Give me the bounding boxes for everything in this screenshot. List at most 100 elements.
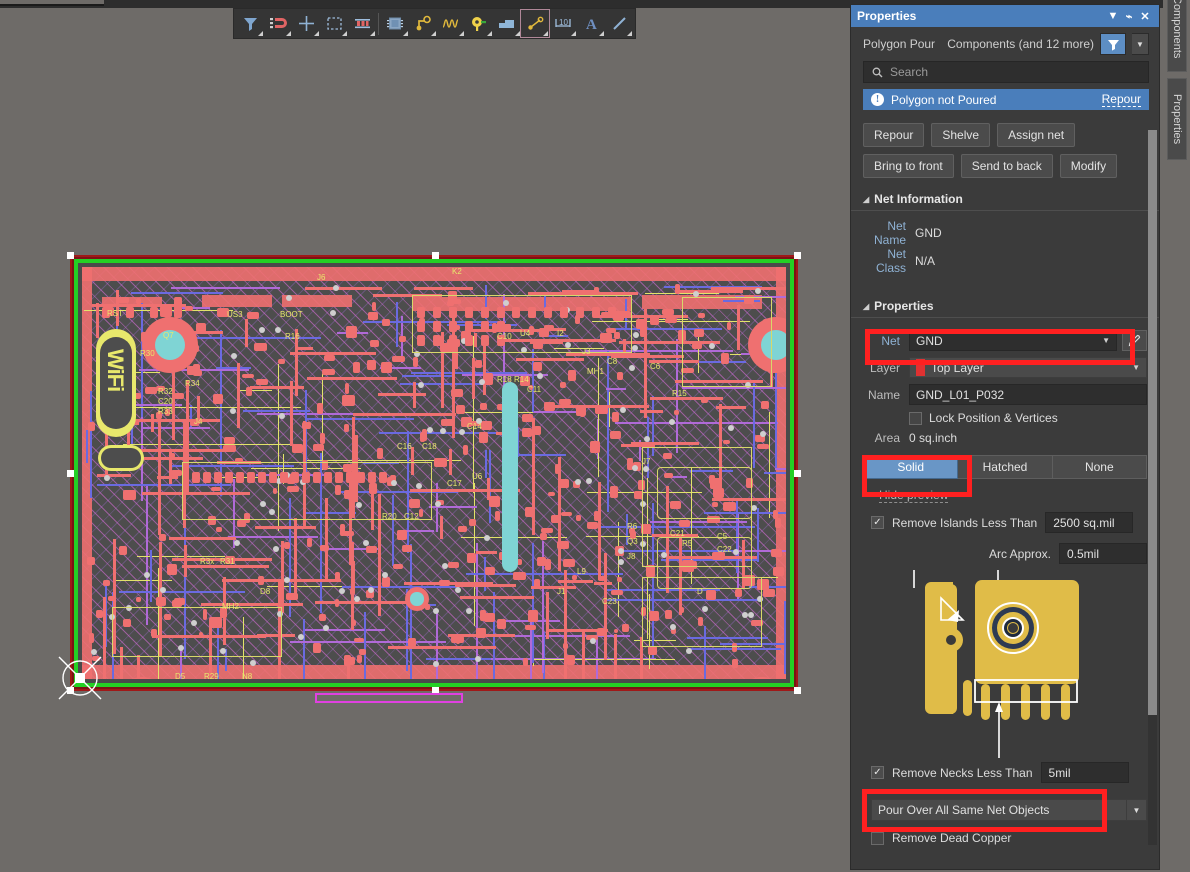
collapse-triangle-icon: ◢ (863, 194, 870, 204)
via-pad-icon[interactable] (465, 10, 493, 37)
fill-mode-solid[interactable]: Solid (863, 455, 959, 479)
marquee-select-icon[interactable] (320, 10, 348, 37)
object-scope-label[interactable]: Components (and 12 more) (947, 37, 1094, 51)
panel-scrollbar[interactable] (1148, 130, 1157, 845)
search-input[interactable]: Search (863, 61, 1149, 83)
properties-section-header[interactable]: ◢ Properties (851, 299, 1159, 318)
pcb-designator: J1 (557, 587, 566, 596)
panel-scrollbar-thumb[interactable] (1148, 130, 1157, 715)
pcb-designator: U4 (520, 329, 531, 338)
pour-over-value: Pour Over All Same Net Objects (878, 803, 1050, 817)
search-icon (872, 67, 883, 77)
shelve-button[interactable]: Shelve (931, 123, 991, 147)
pcb-designator: J8 (627, 552, 636, 561)
pcb-designator: J3 (582, 347, 591, 356)
polygon-vertex[interactable] (432, 252, 439, 259)
line-icon[interactable] (605, 10, 633, 37)
bottom-connector-outline (461, 694, 463, 703)
eyedropper-icon (1128, 334, 1141, 347)
name-label: Name (867, 387, 900, 402)
properties-section-body: Net GND ▼ Layer Top Layer ▼ Name GND_L01… (851, 318, 1159, 455)
sidebar-tab-components[interactable]: Components (1167, 0, 1187, 72)
net-select[interactable]: GND ▼ (909, 330, 1117, 351)
pcb-designator: R31 (220, 557, 235, 566)
component-icon[interactable] (381, 10, 409, 37)
pcb-designator: R5 (682, 539, 693, 548)
net-information-header[interactable]: ◢ Net Information (851, 192, 1159, 211)
remove-islands-value: 2500 sq.mil (1053, 515, 1115, 530)
dimension-icon[interactable]: 10 (549, 10, 577, 37)
sidebar-tab-properties-label: Properties (1171, 93, 1183, 145)
remove-dead-copper-label: Remove Dead Copper (892, 831, 1012, 845)
pcb-designator: N8 (242, 672, 253, 679)
layer-select-value: Top Layer (931, 360, 984, 375)
align-icon[interactable] (348, 10, 376, 37)
area-value: 0 sq.inch (909, 431, 958, 445)
hide-preview-link[interactable]: Hide preview (879, 488, 949, 503)
route-track-icon[interactable] (409, 10, 437, 37)
text-string-icon[interactable]: A (577, 10, 605, 37)
area-label: Area (874, 431, 900, 445)
pcb-designator: L9 (577, 567, 586, 576)
sidebar-tab-components-label: Components (1171, 0, 1183, 59)
eyedropper-button[interactable] (1122, 330, 1147, 351)
filter-toggle-button[interactable] (1100, 33, 1126, 55)
pcb-tools-toolbar[interactable]: 10 A (233, 8, 636, 39)
pcb-designator: C12 (404, 512, 419, 521)
pin-icon[interactable]: ⌁ (1121, 10, 1137, 23)
pcb-board[interactable]: WiFi RST US3 BOOT R16 Q7 R30 R34 R32 C20 R33 J4 J6 K2… (67, 252, 801, 703)
layer-label: Layer (869, 360, 900, 375)
fill-mode-hatched[interactable]: Hatched (958, 455, 1053, 479)
polygon-name-input[interactable]: GND_L01_P032 (909, 384, 1147, 405)
filter-dropdown-button[interactable]: ▼ (1132, 33, 1149, 55)
layer-select[interactable]: Top Layer ▼ (909, 357, 1147, 378)
pcb-designator: C18 (422, 442, 437, 451)
polygon-vertex[interactable] (67, 470, 74, 477)
remove-islands-checkbox[interactable]: ✓ (871, 516, 884, 529)
sidebar-tab-properties[interactable]: Properties (1167, 78, 1187, 160)
pour-over-dropdown-arrow[interactable]: ▼ (1127, 799, 1147, 821)
chevron-down-icon: ▼ (1102, 336, 1110, 345)
pcb-designator: MH2 (222, 602, 239, 611)
crosshair-place-icon[interactable] (292, 10, 320, 37)
board-copper-area: WiFi RST US3 BOOT R16 Q7 R30 R34 R32 C20 R33 J4 J6 K2… (82, 267, 786, 679)
pcb-designator: R32 (158, 387, 173, 396)
net-name-label: Net Name (873, 219, 906, 247)
lock-position-label: Lock Position & Vertices (929, 411, 1058, 425)
polygon-vertex[interactable] (794, 470, 801, 477)
arc-approx-input[interactable]: 0.5mil (1059, 543, 1147, 564)
remove-islands-input[interactable]: 2500 sq.mil (1045, 512, 1134, 533)
lock-position-checkbox-row[interactable]: Lock Position & Vertices (909, 411, 1058, 425)
remove-dead-copper-checkbox[interactable] (871, 831, 884, 845)
pcb-designator: K2 (452, 267, 462, 276)
chevron-down-icon[interactable]: ▼ (1105, 10, 1121, 22)
net-name-row: Net Name GND (863, 219, 1147, 247)
signal-integrity-icon[interactable] (437, 10, 465, 37)
filter-icon[interactable] (236, 10, 264, 37)
remove-necks-checkbox[interactable]: ✓ (871, 766, 884, 779)
polygon-vertex[interactable] (794, 687, 801, 694)
pour-over-select[interactable]: Pour Over All Same Net Objects (871, 799, 1127, 821)
right-dock-tabs: Components Properties (1163, 0, 1190, 872)
fill-mode-segmented-control: Solid Hatched None (863, 455, 1147, 479)
fill-mode-none[interactable]: None (1052, 455, 1147, 479)
polygon-vertex[interactable] (67, 252, 74, 259)
send-to-back-button[interactable]: Send to back (960, 154, 1053, 178)
pcb-designator: C6 (650, 362, 661, 371)
crosshair-cursor-icon (58, 656, 102, 700)
remove-necks-input[interactable]: 5mil (1040, 762, 1129, 783)
close-icon[interactable]: ✕ (1137, 10, 1153, 23)
fill-region-icon[interactable] (493, 10, 521, 37)
assign-net-button[interactable]: Assign net (997, 123, 1076, 147)
modify-button[interactable]: Modify (1059, 154, 1118, 178)
bring-to-front-button[interactable]: Bring to front (863, 154, 954, 178)
polygon-name-value: GND_L01_P032 (916, 387, 1005, 402)
polygon-vertex[interactable] (794, 252, 801, 259)
pcb-canvas[interactable]: WiFi RST US3 BOOT R16 Q7 R30 R34 R32 C20 R33 J4 J6 K2… (0, 8, 850, 872)
polygon-pour-icon[interactable] (520, 9, 550, 38)
repour-button[interactable]: Repour (863, 123, 925, 147)
pcb-designator: Q3 (627, 537, 638, 546)
lock-position-checkbox[interactable] (909, 411, 922, 425)
repour-link[interactable]: Repour (1101, 92, 1141, 107)
magnet-snap-icon[interactable] (264, 10, 292, 37)
